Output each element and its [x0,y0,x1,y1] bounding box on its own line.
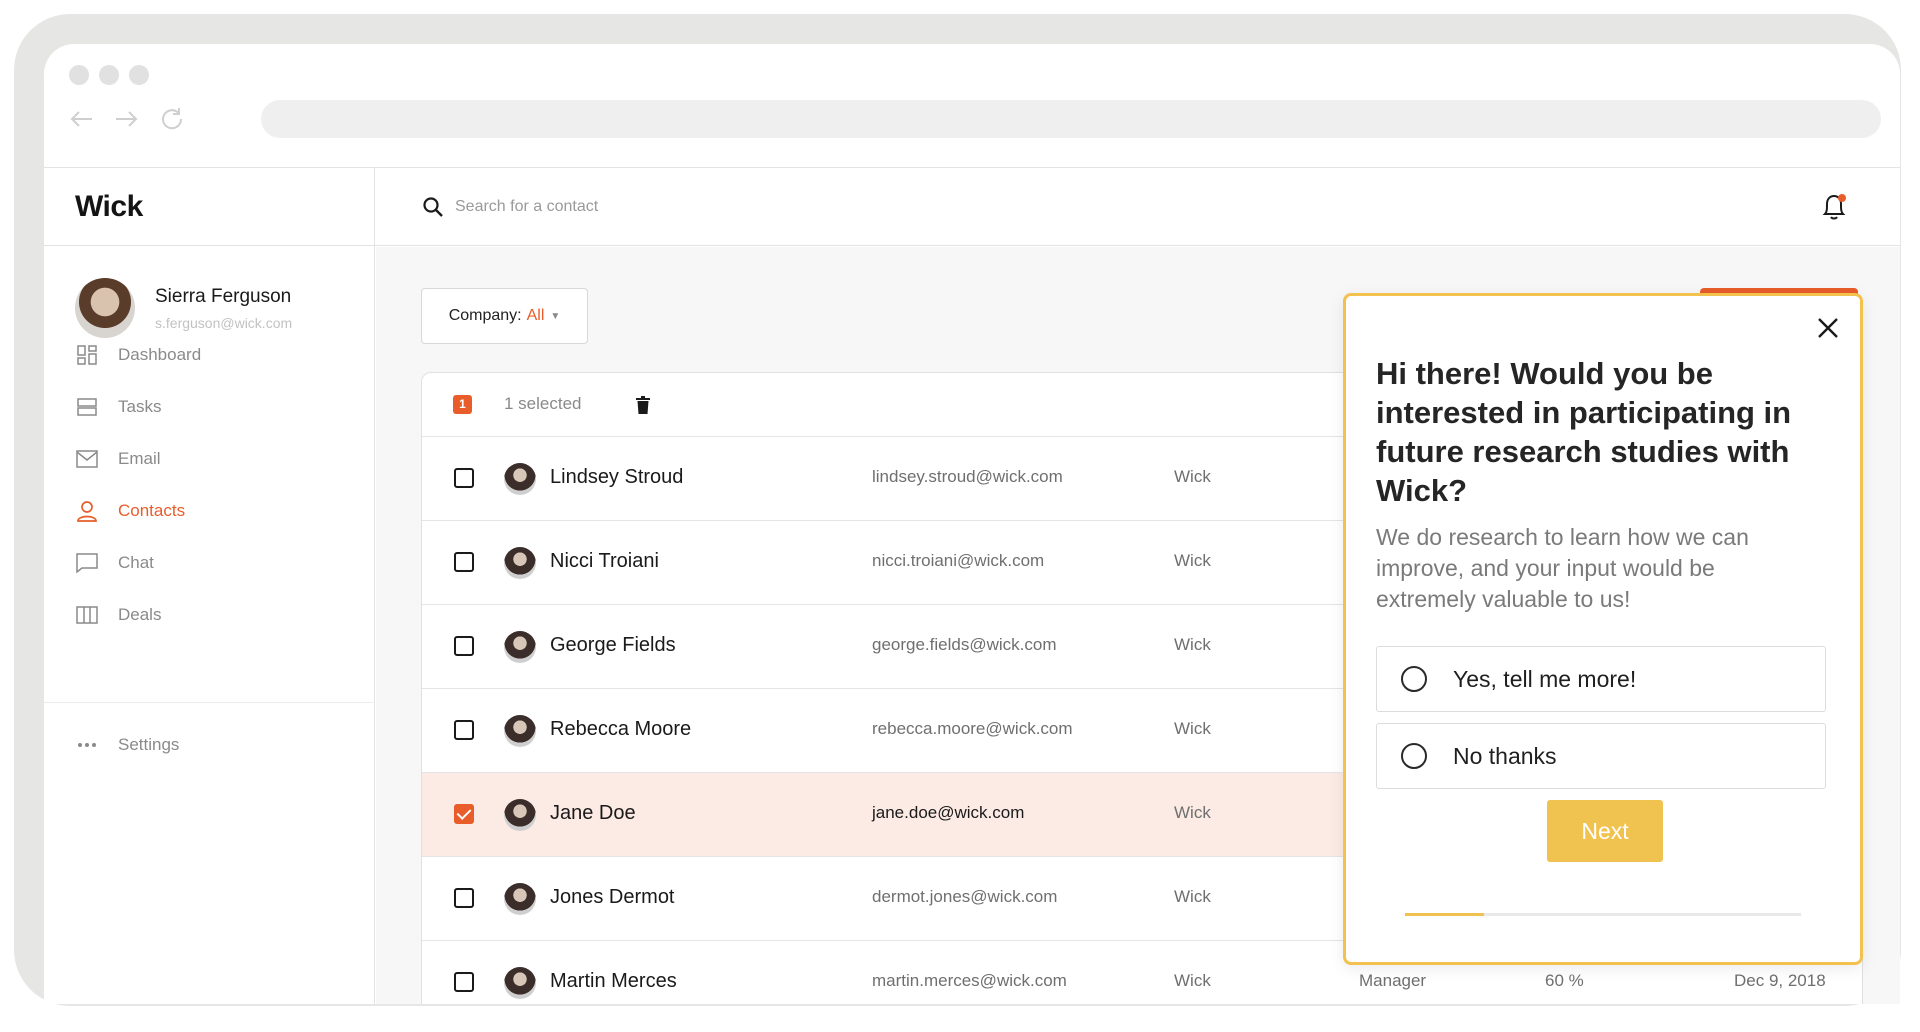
window-minimize-dot[interactable] [99,65,119,85]
forward-arrow-icon[interactable] [111,104,141,134]
app-logo[interactable]: Wick [75,190,143,224]
radio-button[interactable] [1401,666,1427,692]
avatar [504,463,536,495]
contact-role: Manager [1359,971,1427,990]
sidebar-item-chat[interactable]: Chat [75,548,345,578]
contact-name[interactable]: George Fields [550,634,676,657]
sidebar-item-label: Email [118,449,161,468]
sidebar-item-label: Contacts [118,501,186,520]
avatar [504,631,536,663]
contact-name[interactable]: Nicci Troiani [550,550,659,573]
user-email: s.ferguson@wick.com [155,315,293,331]
filter-label: Company: [448,307,522,324]
email-icon [75,447,99,471]
survey-progress-bar [1405,913,1801,916]
contact-name[interactable]: Jane Doe [550,802,636,825]
more-icon [75,733,99,757]
contact-company: Wick [1174,467,1211,486]
notification-bell-icon[interactable] [1820,192,1848,222]
user-name: Sierra Ferguson [155,286,292,307]
filter-value: All [526,307,545,324]
row-checkbox[interactable] [454,636,474,656]
dashboard-icon [75,343,99,367]
sidebar-item-email[interactable]: Email [75,444,345,474]
contacts-icon [75,499,99,523]
contact-email: lindsey.stroud@wick.com [872,467,1063,486]
search-input[interactable] [455,194,955,220]
contact-email: nicci.troiani@wick.com [872,551,1045,570]
search-icon [423,197,443,217]
chat-icon [75,551,99,575]
company-filter-dropdown[interactable]: Company: All ▼ [421,288,588,344]
contact-email: jane.doe@wick.com [872,803,1025,822]
option-label: Yes, tell me more! [1453,665,1637,692]
window-maximize-dot[interactable] [129,65,149,85]
contact-company: Wick [1174,719,1211,738]
contact-forecast: 60 % [1545,971,1584,990]
sidebar-item-label: Deals [118,605,162,624]
sidebar-item-dashboard[interactable]: Dashboard [75,340,345,370]
contact-date: Dec 9, 2018 [1734,971,1826,990]
row-checkbox[interactable] [454,972,474,992]
survey-progress-fill [1405,913,1485,916]
sidebar-item-label: Settings [118,735,180,754]
avatar [504,715,536,747]
survey-title: Hi there! Would you be interested in par… [1376,356,1792,508]
browser-chrome [44,44,1900,168]
row-checkbox[interactable] [454,552,474,572]
contact-company: Wick [1174,971,1211,990]
survey-option-yes[interactable]: Yes, tell me more! [1376,646,1826,712]
window-close-dot[interactable] [69,65,89,85]
row-checkbox[interactable] [454,888,474,908]
contact-email: george.fields@wick.com [872,635,1057,654]
contact-email: martin.merces@wick.com [872,971,1067,990]
contact-email: rebecca.moore@wick.com [872,719,1073,738]
address-bar[interactable] [261,100,1881,138]
sidebar: Wick Sierra Ferguson s.ferguson@wick.com… [44,168,375,1004]
top-bar [375,168,1900,246]
tasks-icon [75,395,99,419]
contact-name[interactable]: Martin Merces [550,970,677,993]
contact-company: Wick [1174,887,1211,906]
trash-icon[interactable] [635,396,651,414]
selection-label: 1 selected [504,394,582,413]
contact-name[interactable]: Rebecca Moore [550,718,691,741]
survey-option-no[interactable]: No thanks [1376,723,1826,789]
sidebar-item-settings[interactable]: Settings [75,730,345,760]
next-button[interactable]: Next [1547,800,1663,862]
sidebar-item-contacts[interactable]: Contacts [75,496,345,526]
contact-company: Wick [1174,803,1211,822]
radio-button[interactable] [1401,743,1427,769]
user-avatar [75,278,135,338]
close-icon[interactable] [1814,314,1842,342]
sidebar-divider [44,702,375,703]
sidebar-item-label: Dashboard [118,345,202,364]
sidebar-item-deals[interactable]: Deals [75,600,345,630]
avatar [504,799,536,831]
sidebar-item-tasks[interactable]: Tasks [75,392,345,422]
row-checkbox-checked[interactable] [454,804,474,824]
research-survey-popup: Hi there! Would you be interested in par… [1343,293,1863,965]
row-checkbox[interactable] [454,468,474,488]
avatar [504,967,536,999]
selection-count-badge[interactable]: 1 [453,395,472,414]
chevron-down-icon: ▼ [550,310,561,322]
contact-email: dermot.jones@wick.com [872,887,1058,906]
contact-company: Wick [1174,635,1211,654]
avatar [504,547,536,579]
back-arrow-icon[interactable] [67,104,97,134]
sidebar-item-label: Tasks [118,397,162,416]
survey-body: We do research to learn how we can impro… [1376,524,1749,612]
logo-row: Wick [44,168,374,246]
contact-name[interactable]: Jones Dermot [550,886,675,909]
avatar [504,883,536,915]
contact-company: Wick [1174,551,1211,570]
reload-icon[interactable] [157,104,187,134]
option-label: No thanks [1453,742,1557,769]
contact-name[interactable]: Lindsey Stroud [550,466,683,489]
row-checkbox[interactable] [454,720,474,740]
sidebar-item-label: Chat [118,553,154,572]
deals-icon [75,603,99,627]
